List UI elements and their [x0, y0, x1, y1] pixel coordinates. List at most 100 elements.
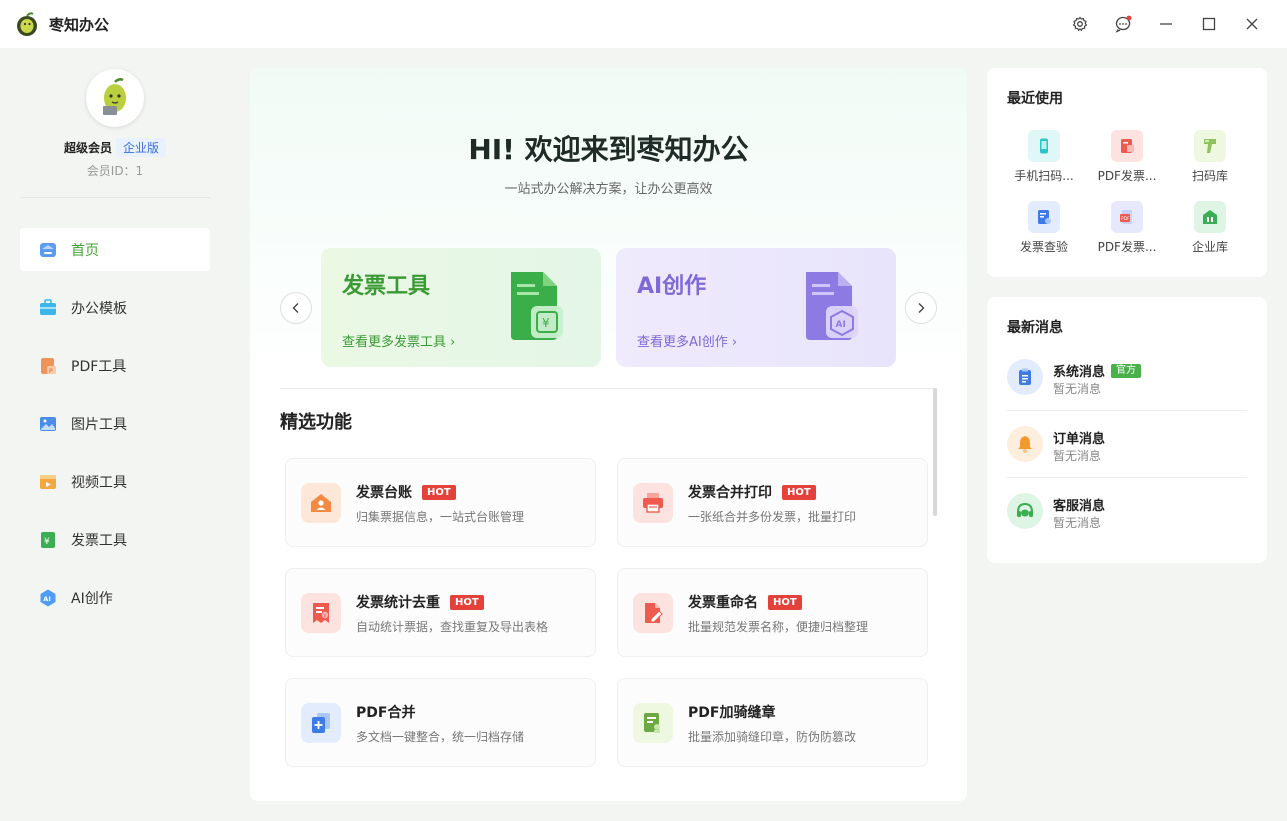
recent-item-label: PDF发票... [1097, 240, 1157, 254]
pdf-invoice-icon [1111, 130, 1143, 162]
sidebar: 超级会员 企业版 会员ID：1 首页 办公模板 P PDF工具 图片工具 视频工具… [0, 48, 230, 821]
sidebar-item-home[interactable]: 首页 [20, 228, 210, 271]
banner-ai-create[interactable]: AI创作 查看更多AI创作 › AI [616, 248, 896, 367]
ai-doc-icon: AI [798, 266, 868, 346]
sidebar-divider [20, 197, 210, 198]
member-name: 超级会员 [63, 141, 112, 155]
sidebar-item-pdf-tools[interactable]: P PDF工具 [20, 344, 210, 387]
recent-item-label: 扫码库 [1191, 169, 1228, 183]
home-icon [38, 240, 58, 260]
maximize-icon[interactable] [1196, 11, 1222, 37]
recent-item-pdf-invoice-2[interactable]: PDF PDF发票... [1087, 201, 1167, 257]
feature-name: PDF加骑缝章 [688, 705, 776, 721]
sidebar-item-image-tools[interactable]: 图片工具 [20, 402, 210, 445]
sidebar-item-label: 发票工具 [71, 532, 127, 549]
feature-pdf-merge[interactable]: PDF合并 多文档一键整合，统一归档存储 [285, 678, 596, 767]
banner-invoice-tools[interactable]: 发票工具 查看更多发票工具 › ¥ [321, 248, 601, 367]
message-system[interactable]: 系统消息 官方 暂无消息 [1007, 355, 1247, 410]
pdf-doc-icon: PDF [1111, 201, 1143, 233]
banner-link[interactable]: 查看更多AI创作 › [637, 331, 737, 350]
message-title: 订单消息 [1053, 432, 1106, 447]
sidebar-item-invoice-tools[interactable]: ¥ 发票工具 [20, 518, 210, 561]
feature-invoice-stats-dedupe[interactable]: ¥ 发票统计去重 HOT 自动统计票据，查找重复及导出表格 [285, 568, 596, 657]
message-title: 客服消息 [1053, 499, 1106, 514]
chevron-right-icon [918, 303, 925, 313]
invoice-icon: ¥ [38, 530, 58, 550]
avatar[interactable] [86, 69, 144, 127]
feature-pdf-seal[interactable]: PDF加骑缝章 批量添加骑缝印章，防伪防篡改 [617, 678, 928, 767]
briefcase-icon [38, 298, 58, 318]
section-title: 精选功能 [280, 412, 352, 433]
recent-item-scanner-library[interactable]: 扫码库 [1170, 130, 1250, 186]
app-title: 枣知办公 [49, 16, 110, 34]
feature-desc: 一张纸合并多份发票，批量打印 [688, 510, 857, 524]
message-subtitle: 暂无消息 [1053, 382, 1102, 396]
banner-title: AI创作 [637, 274, 707, 299]
messages-title: 最新消息 [1007, 320, 1063, 336]
sidebar-item-video-tools[interactable]: 视频工具 [20, 460, 210, 503]
message-order[interactable]: 订单消息 暂无消息 [1007, 422, 1247, 477]
hot-badge: HOT [768, 594, 802, 610]
scrollbar[interactable] [933, 388, 937, 516]
official-badge: 官方 [1111, 363, 1142, 378]
message-customer-service[interactable]: 客服消息 暂无消息 [1007, 489, 1247, 544]
sidebar-item-office-templates[interactable]: 办公模板 [20, 286, 210, 329]
svg-text:¥: ¥ [323, 613, 326, 619]
feature-desc: 批量添加骑缝印章，防伪防篡改 [688, 730, 857, 744]
hero-subtitle: 一站式办公解决方案，让办公更高效 [504, 182, 713, 197]
pdf-icon: P [38, 356, 58, 376]
recent-item-label: 发票查验 [1019, 240, 1068, 254]
sidebar-item-label: PDF工具 [71, 358, 127, 375]
sidebar-item-label: 图片工具 [71, 416, 127, 433]
messages-panel: 最新消息 系统消息 官方 暂无消息 订单消息 暂无消息 客服消息 暂无消息 [987, 297, 1267, 563]
svg-text:AI: AI [836, 320, 846, 330]
clipboard-icon [1007, 359, 1043, 395]
feature-invoice-ledger[interactable]: 发票台账 HOT 归集票据信息，一站式台账管理 [285, 458, 596, 547]
carousel-prev-button[interactable] [280, 292, 312, 324]
ai-icon: AI [38, 588, 58, 608]
feature-invoice-merge-print[interactable]: 发票合并打印 HOT 一张纸合并多份发票，批量打印 [617, 458, 928, 547]
printer-icon [633, 483, 673, 523]
recent-item-label: 手机扫码... [1014, 169, 1074, 183]
recent-item-enterprise-library[interactable]: 企业库 [1170, 201, 1250, 257]
svg-text:¥: ¥ [44, 537, 50, 547]
phone-scan-icon [1028, 130, 1060, 162]
stats-doc-icon: ¥ [301, 593, 341, 633]
chat-message-icon[interactable] [1110, 11, 1136, 37]
app-logo-icon [14, 11, 40, 37]
invoice-doc-icon: ¥ [503, 266, 573, 346]
building-icon [1194, 201, 1226, 233]
close-icon[interactable] [1239, 11, 1265, 37]
svg-text:AI: AI [43, 595, 50, 603]
svg-text:PDF: PDF [1121, 216, 1130, 222]
sidebar-item-label: 首页 [71, 242, 99, 259]
hot-badge: HOT [422, 484, 456, 500]
headset-icon [1007, 493, 1043, 529]
feature-name: 发票统计去重 [356, 595, 440, 611]
hero-title: HI! 欢迎来到枣知办公 [468, 133, 749, 166]
minimize-icon[interactable] [1153, 11, 1179, 37]
recent-item-phone-scan[interactable]: 手机扫码... [1004, 130, 1084, 186]
hot-badge: HOT [782, 484, 816, 500]
feature-invoice-rename[interactable]: 发票重命名 HOT 批量规范发票名称，便捷归档整理 [617, 568, 928, 657]
title-bar: 枣知办公 [0, 0, 1287, 48]
carousel-next-button[interactable] [905, 292, 937, 324]
seal-stamp-icon [633, 703, 673, 743]
recent-title: 最近使用 [1007, 91, 1063, 107]
svg-text:P: P [49, 368, 53, 375]
feature-name: 发票合并打印 [688, 485, 772, 501]
recent-item-label: 企业库 [1191, 240, 1228, 254]
banner-link[interactable]: 查看更多发票工具 › [342, 331, 455, 350]
recent-item-pdf-invoice[interactable]: PDF发票... [1087, 130, 1167, 186]
chevron-right-icon: › [731, 335, 738, 350]
settings-gear-icon[interactable] [1067, 11, 1093, 37]
sidebar-item-ai-create[interactable]: AI AI创作 [20, 576, 210, 619]
feature-name: 发票台账 [356, 485, 412, 501]
svg-text:¥: ¥ [542, 316, 550, 330]
hot-badge: HOT [450, 594, 484, 610]
feature-desc: 多文档一键整合，统一归档存储 [356, 730, 525, 744]
recent-item-invoice-check[interactable]: 发票查验 [1004, 201, 1084, 257]
feature-desc: 批量规范发票名称，便捷归档整理 [688, 620, 869, 634]
banner-title: 发票工具 [342, 274, 431, 299]
feature-desc: 归集票据信息，一站式台账管理 [356, 510, 525, 524]
